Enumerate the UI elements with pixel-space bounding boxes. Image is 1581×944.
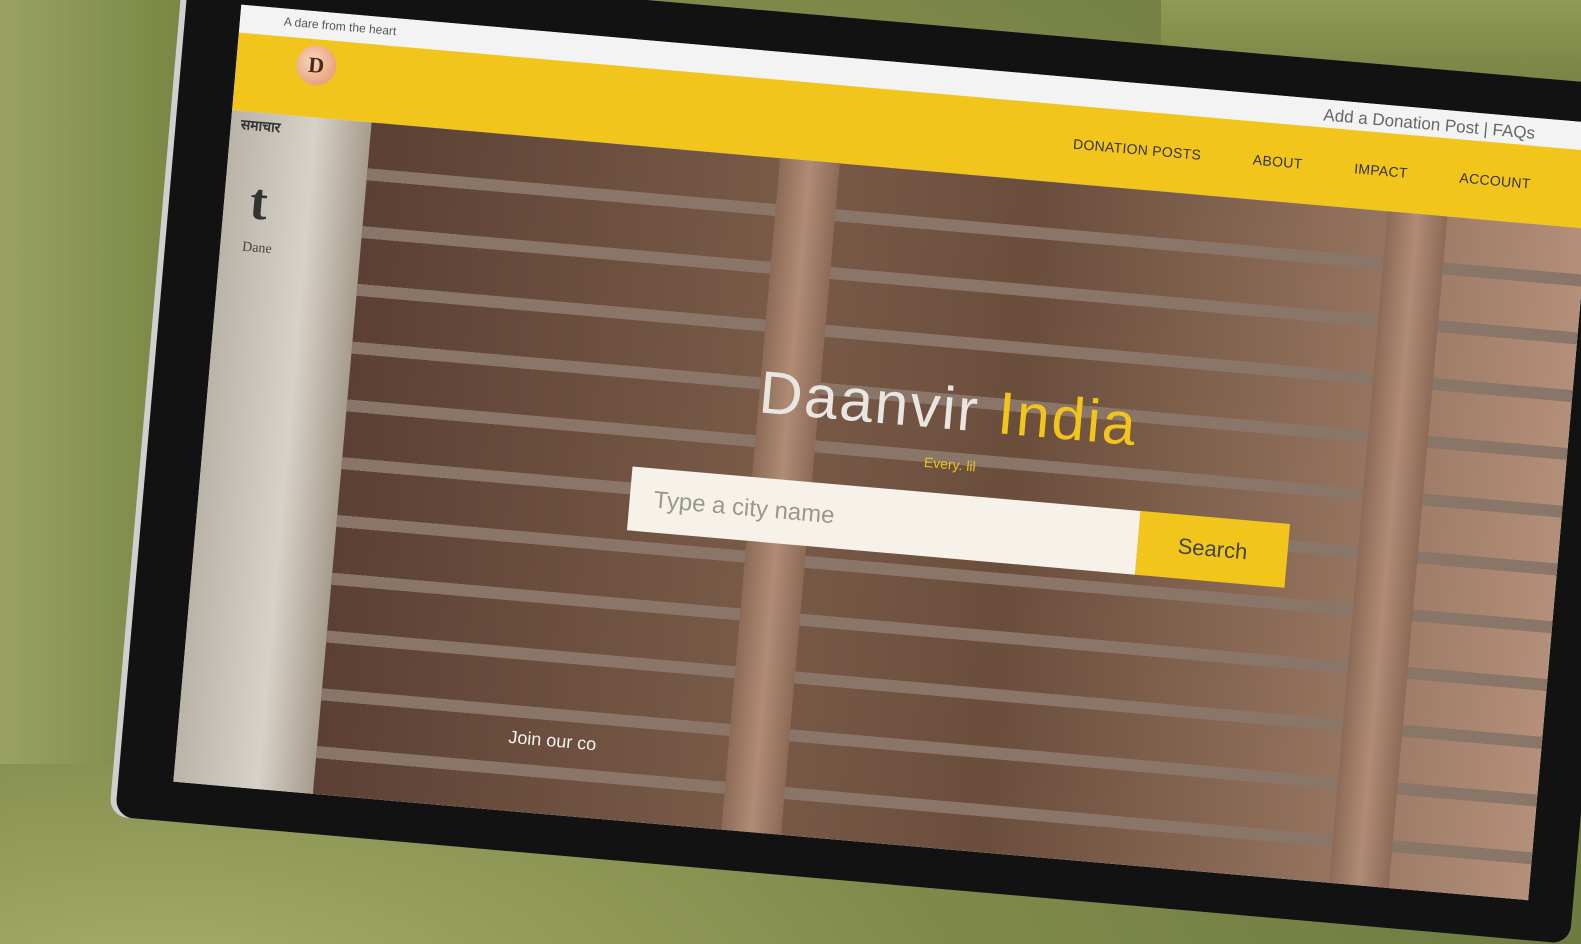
- hero-subtitle: Every. lil: [923, 453, 977, 475]
- nav-account[interactable]: ACCOUNT: [1459, 170, 1531, 192]
- site-tagline: A dare from the heart: [283, 14, 397, 39]
- sidebar-letter: t: [247, 173, 270, 232]
- join-community-text: Join our co: [507, 726, 598, 755]
- nav-about[interactable]: ABOUT: [1252, 151, 1303, 171]
- city-search-input[interactable]: [626, 466, 1141, 575]
- city-search: Search: [626, 466, 1291, 588]
- laptop-bezel: A dare from the heart D Add a Donation P…: [115, 0, 1581, 944]
- sidebar-heading: समाचार: [240, 117, 282, 137]
- nav-donation-posts[interactable]: DONATION POSTS: [1073, 136, 1202, 163]
- window-pillar: [1328, 211, 1448, 889]
- hero-section: Daanvir India Every. lil Search Join our…: [312, 122, 1581, 901]
- browser-screen: A dare from the heart D Add a Donation P…: [173, 4, 1581, 901]
- daanvir-logo-icon[interactable]: D: [294, 43, 338, 88]
- logo-letter: D: [307, 51, 326, 79]
- nav-impact[interactable]: IMPACT: [1354, 160, 1409, 181]
- sidebar-small-text: Dane: [241, 239, 273, 258]
- search-button[interactable]: Search: [1135, 510, 1291, 588]
- main-nav: DONATION POSTS ABOUT IMPACT ACCOUNT: [1073, 136, 1532, 192]
- hero-title-accent: India: [995, 379, 1141, 459]
